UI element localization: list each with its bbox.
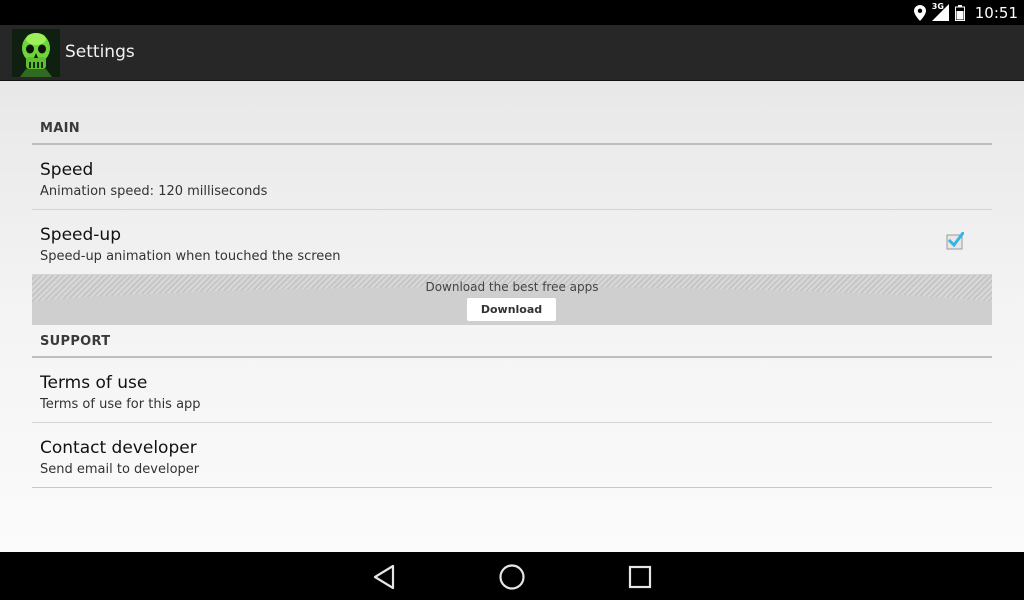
category-support-label: SUPPORT [40,334,111,349]
pref-terms-of-use[interactable]: Terms of use Terms of use for this app [32,358,992,423]
pref-contact-title: Contact developer [40,438,197,458]
action-bar: Settings [0,25,1024,81]
download-now-button[interactable]: Download now [467,298,556,321]
green-skull-icon [12,29,60,77]
ad-banner[interactable]: Download the best free apps Download now [32,275,992,325]
recents-icon[interactable] [625,562,655,592]
pref-speed-summary: Animation speed: 120 milliseconds [40,184,268,199]
home-icon[interactable] [497,562,527,592]
category-main-label: MAIN [40,121,80,136]
category-main: MAIN [32,81,992,145]
status-bar: 3G 10:51 [0,0,1024,25]
preference-list: MAIN Speed Animation speed: 120 millisec… [32,81,992,488]
pref-terms-title: Terms of use [40,373,148,393]
network-type-label: 3G [931,2,944,11]
pref-contact-developer[interactable]: Contact developer Send email to develope… [32,423,992,488]
battery-icon [954,4,965,21]
back-icon[interactable] [369,562,399,592]
status-time: 10:51 [974,3,1018,22]
ad-text: Download the best free apps [425,280,599,294]
speed-up-checkbox[interactable] [946,232,964,250]
pref-terms-summary: Terms of use for this app [40,397,201,412]
app-icon[interactable] [12,29,60,77]
pref-speed-title: Speed [40,160,94,180]
pref-speed-up-title: Speed-up [40,225,121,245]
pref-speed-up-summary: Speed-up animation when touched the scre… [40,249,341,264]
page-title: Settings [65,42,135,62]
settings-content: MAIN Speed Animation speed: 120 millisec… [0,81,1024,552]
signal-3g-icon: 3G [931,2,949,21]
category-support: SUPPORT [32,325,992,358]
status-icons: 3G 10:51 [913,0,1018,25]
pref-contact-summary: Send email to developer [40,462,200,477]
pref-speed[interactable]: Speed Animation speed: 120 milliseconds [32,145,992,210]
navigation-bar [0,552,1024,600]
pref-speed-up[interactable]: Speed-up Speed-up animation when touched… [32,210,992,275]
location-icon [913,4,926,21]
